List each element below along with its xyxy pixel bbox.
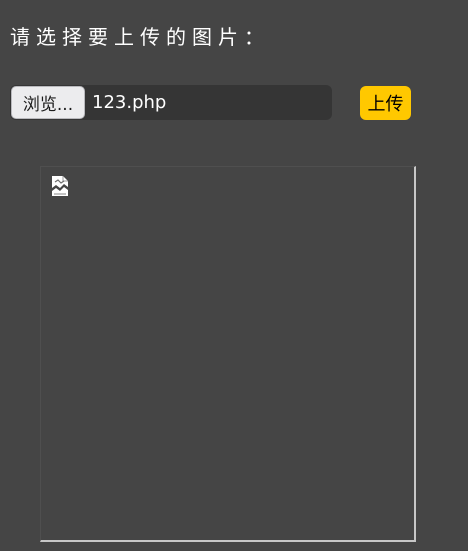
file-input[interactable]: 浏览... 123.php <box>10 85 332 120</box>
image-preview <box>40 166 416 542</box>
browse-button[interactable]: 浏览... <box>11 86 85 119</box>
upload-button[interactable]: 上传 <box>360 86 411 120</box>
upload-prompt: 请选择要上传的图片： <box>10 25 270 49</box>
selected-file-name: 123.php <box>92 92 167 113</box>
upload-page: 请选择要上传的图片： 浏览... 123.php 上传 <box>0 0 468 551</box>
broken-image-icon <box>52 176 68 196</box>
